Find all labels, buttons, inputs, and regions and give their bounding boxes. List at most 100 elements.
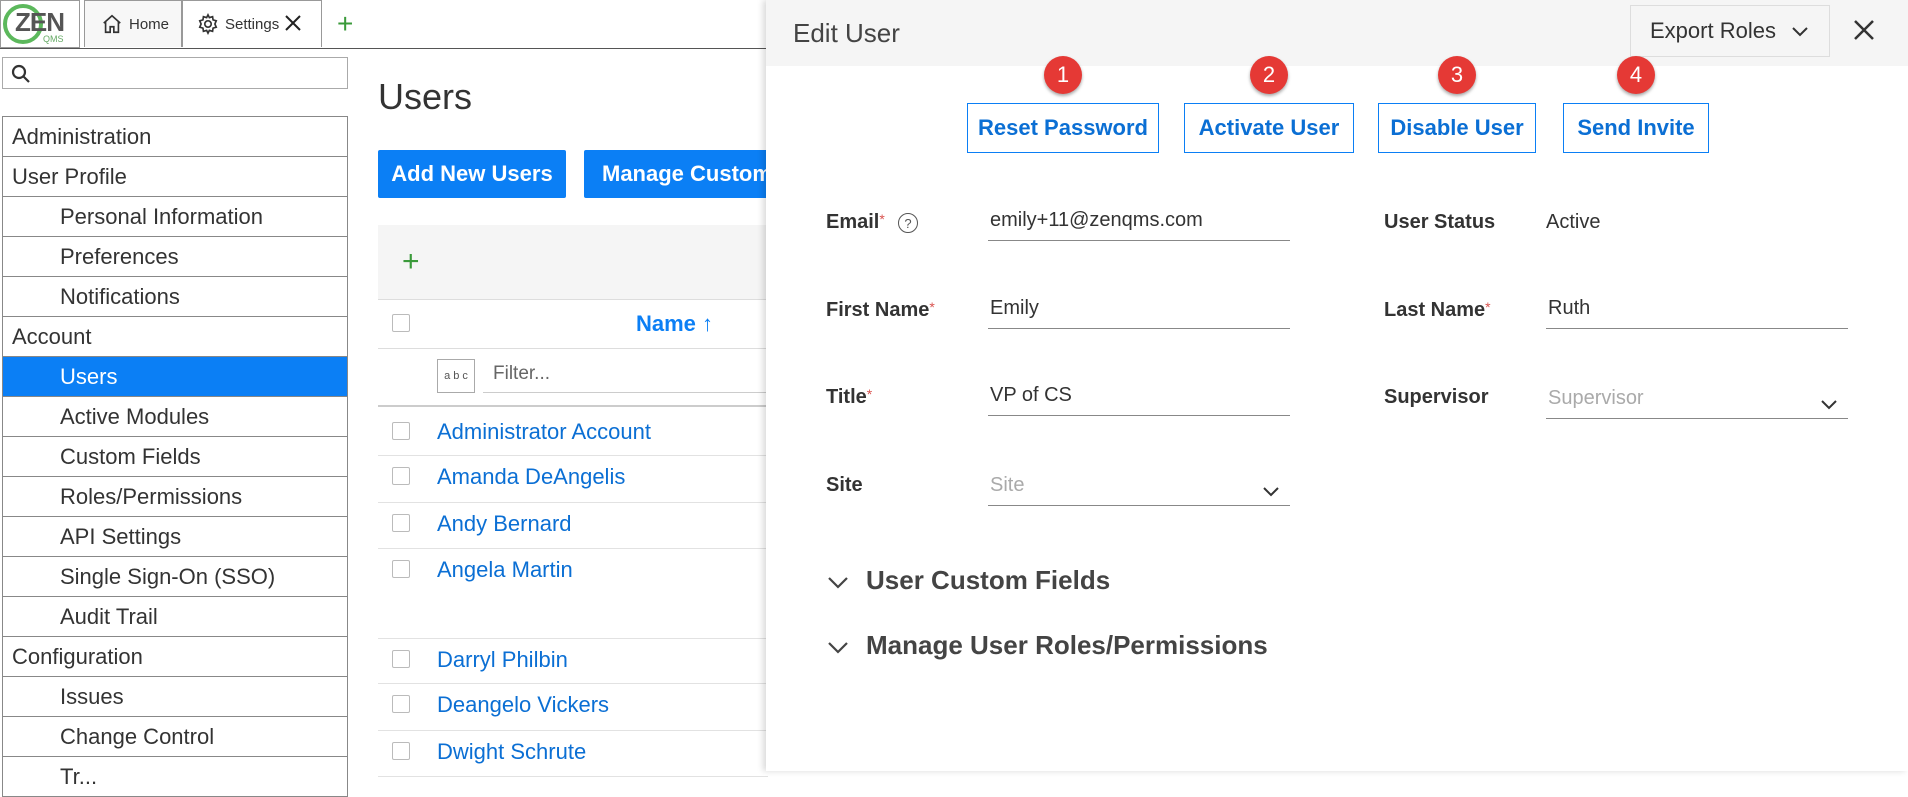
row-checkbox[interactable] xyxy=(392,560,410,578)
chevron-down-icon xyxy=(1263,487,1279,497)
grid-filter-row: a b c Filter... xyxy=(378,349,768,407)
last-name-label: Last Name* xyxy=(1384,299,1491,322)
first-name-field[interactable]: Emily xyxy=(988,297,1290,329)
zenqms-logo[interactable]: ZEN QMS xyxy=(0,0,80,48)
sidebar-item-personal-information[interactable]: Personal Information xyxy=(3,197,347,237)
sidebar-item-audit-trail[interactable]: Audit Trail xyxy=(3,597,347,637)
sidebar-item-single-sign-on-sso[interactable]: Single Sign-On (SSO) xyxy=(3,557,347,597)
site-label: Site xyxy=(826,474,863,496)
step-number-badge: 1 xyxy=(1044,56,1082,94)
user-name-link[interactable]: Andy Bernard xyxy=(437,511,572,537)
activate-user-button[interactable]: Activate User xyxy=(1184,103,1354,153)
title-label: Title* xyxy=(826,386,872,409)
sidebar-item-roles-permissions[interactable]: Roles/Permissions xyxy=(3,477,347,517)
sidebar-item-active-modules[interactable]: Active Modules xyxy=(3,397,347,437)
add-row-button[interactable]: + xyxy=(402,245,420,279)
sidebar-item-users[interactable]: Users xyxy=(3,357,347,397)
top-tab-bar: ZEN QMS Home Settings + xyxy=(0,0,766,49)
disable-user-button[interactable]: Disable User xyxy=(1378,103,1536,153)
email-label: Email* xyxy=(826,211,885,234)
sidebar-item-account[interactable]: Account xyxy=(3,317,347,357)
step-number-badge: 4 xyxy=(1617,56,1655,94)
table-row: Dwight Schrute xyxy=(378,730,768,777)
row-checkbox[interactable] xyxy=(392,695,410,713)
tab-settings[interactable]: Settings xyxy=(182,0,322,47)
manage-roles-heading: Manage User Roles/Permissions xyxy=(866,630,1268,660)
required-mark: * xyxy=(929,299,935,315)
export-roles-dropdown[interactable]: Export Roles xyxy=(1630,5,1830,57)
name-column-header[interactable]: Name ↑ xyxy=(636,311,713,337)
chevron-down-icon xyxy=(1821,400,1837,410)
required-mark: * xyxy=(1485,299,1491,315)
email-label-text: Email xyxy=(826,211,880,233)
table-row: Angela Martin xyxy=(378,548,768,639)
last-name-field[interactable]: Ruth xyxy=(1546,297,1848,329)
user-custom-fields-heading: User Custom Fields xyxy=(866,565,1111,595)
page-title: Users xyxy=(378,76,473,117)
table-row: Amanda DeAngelis xyxy=(378,455,768,503)
send-invite-button[interactable]: Send Invite xyxy=(1563,103,1709,153)
sidebar-item-api-settings[interactable]: API Settings xyxy=(3,517,347,557)
user-status-value: Active xyxy=(1546,211,1601,233)
user-status-label: User Status xyxy=(1384,211,1496,233)
tab-home[interactable]: Home xyxy=(84,0,182,47)
sidebar-item-issues[interactable]: Issues xyxy=(3,677,347,717)
close-icon[interactable] xyxy=(1848,14,1880,46)
email-field[interactable]: emily+11@zenqms.com xyxy=(988,209,1290,241)
sidebar-item-user-profile[interactable]: User Profile xyxy=(3,157,347,197)
table-row: Administrator Account xyxy=(378,410,768,456)
user-name-link[interactable]: Dwight Schrute xyxy=(437,739,586,765)
table-row: Andy Bernard xyxy=(378,502,768,549)
user-name-link[interactable]: Amanda DeAngelis xyxy=(437,464,625,490)
text-filter-icon[interactable]: a b c xyxy=(437,359,475,393)
first-name-label: First Name* xyxy=(826,299,935,322)
sidebar-item-tr[interactable]: Tr... xyxy=(3,757,347,797)
table-row: Deangelo Vickers xyxy=(378,683,768,731)
row-checkbox[interactable] xyxy=(392,422,410,440)
supervisor-label: Supervisor xyxy=(1384,386,1489,408)
select-all-checkbox[interactable] xyxy=(392,314,410,332)
row-checkbox[interactable] xyxy=(392,467,410,485)
first-name-label-text: First Name xyxy=(826,299,930,321)
step-number-badge: 2 xyxy=(1250,56,1288,94)
manage-custom-button[interactable]: Manage Custom xyxy=(584,150,774,198)
search-icon xyxy=(11,64,30,83)
help-icon[interactable]: ? xyxy=(898,213,918,233)
sidebar-nav: Administration User Profile Personal Infor… xyxy=(2,116,348,797)
site-placeholder: Site xyxy=(990,474,1025,496)
sidebar-item-notifications[interactable]: Notifications xyxy=(3,277,347,317)
supervisor-select[interactable]: Supervisor xyxy=(1546,387,1848,419)
export-roles-label: Export Roles xyxy=(1650,18,1776,43)
title-field[interactable]: VP of CS xyxy=(988,384,1290,416)
grid-header: Name ↑ xyxy=(378,300,768,349)
row-checkbox[interactable] xyxy=(392,650,410,668)
sidebar-item-custom-fields[interactable]: Custom Fields xyxy=(3,437,347,477)
user-name-link[interactable]: Darryl Philbin xyxy=(437,647,568,673)
user-name-link[interactable]: Deangelo Vickers xyxy=(437,692,609,718)
chevron-down-icon xyxy=(828,577,848,589)
add-new-users-button[interactable]: Add New Users xyxy=(378,150,566,198)
title-label-text: Title xyxy=(826,386,867,408)
tab-home-label: Home xyxy=(129,15,170,33)
row-checkbox[interactable] xyxy=(392,742,410,760)
user-name-link[interactable]: Administrator Account xyxy=(437,419,651,445)
site-select[interactable]: Site xyxy=(988,474,1290,506)
user-name-link[interactable]: Angela Martin xyxy=(437,557,573,583)
sidebar-item-preferences[interactable]: Preferences xyxy=(3,237,347,277)
panel-title: Edit User xyxy=(793,18,900,48)
tab-settings-label: Settings xyxy=(225,15,280,33)
grid-toolbar: + xyxy=(378,225,768,300)
chevron-down-icon xyxy=(1792,27,1808,37)
users-grid: + Name ↑ a b c Filter... Administrator A… xyxy=(378,225,768,777)
reset-password-button[interactable]: Reset Password xyxy=(967,103,1159,153)
sidebar-item-change-control[interactable]: Change Control xyxy=(3,717,347,757)
chevron-down-icon xyxy=(828,642,848,654)
sidebar-item-configuration[interactable]: Configuration xyxy=(3,637,347,677)
close-tab-icon[interactable] xyxy=(283,13,303,33)
name-filter-input[interactable]: Filter... xyxy=(483,359,768,393)
sidebar-item-administration[interactable]: Administration xyxy=(3,117,347,157)
row-checkbox[interactable] xyxy=(392,514,410,532)
add-tab-button[interactable]: + xyxy=(337,8,353,40)
sidebar-search-input[interactable] xyxy=(2,57,348,89)
table-row: Darryl Philbin xyxy=(378,638,768,684)
